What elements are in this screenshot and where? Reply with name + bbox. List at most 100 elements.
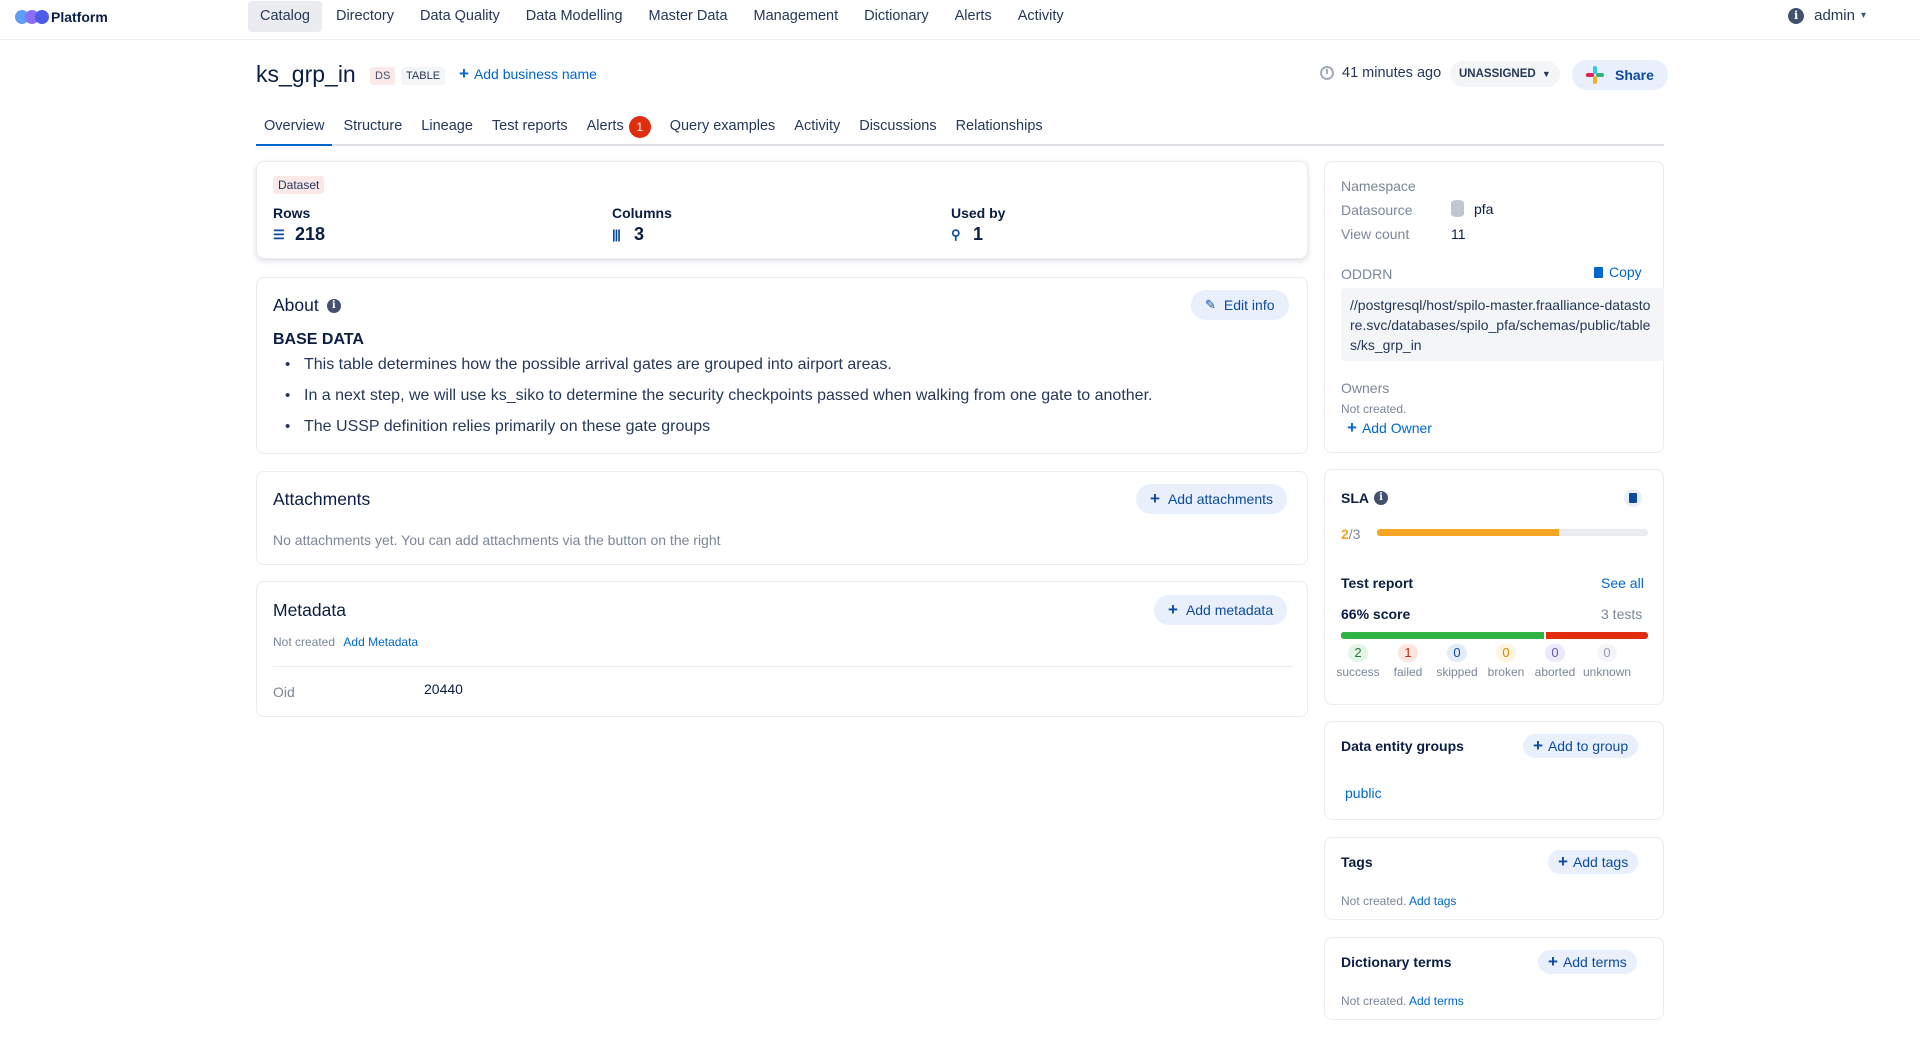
rows-icon: ☰: [273, 226, 285, 242]
add-tags-link[interactable]: Add tags: [1409, 894, 1456, 908]
metadata-card: Metadata + Add metadata Not created Add …: [256, 581, 1308, 717]
source-chip: DS: [370, 67, 396, 85]
list-item: The USSP definition relies primarily on …: [285, 418, 1152, 449]
test-score: 66% score: [1341, 606, 1411, 622]
metadata-value: 20440: [424, 681, 463, 697]
plus-icon: +: [459, 64, 469, 83]
result-failed: 1 failed: [1393, 644, 1423, 679]
list-item: In a next step, we will use ks_siko to d…: [285, 387, 1152, 418]
oddrn-value: //postgresql/host/spilo-master.fraallian…: [1341, 288, 1664, 361]
terms-empty: Not created.: [1341, 994, 1407, 1008]
columns-stat: Columns ||| 3: [612, 205, 672, 244]
tab-discussions[interactable]: Discussions: [851, 111, 944, 146]
plus-icon: +: [1548, 952, 1558, 971]
nav-data-modelling[interactable]: Data Modelling: [514, 1, 635, 32]
add-attachments-button[interactable]: + Add attachments: [1136, 484, 1287, 514]
nav-dictionary[interactable]: Dictionary: [852, 1, 940, 32]
tests-count: 3 tests: [1601, 606, 1643, 622]
add-metadata-link[interactable]: Add Metadata: [343, 635, 418, 649]
edit-info-button[interactable]: ✎ Edit info: [1191, 290, 1289, 320]
used-by-stat: Used by ⚲ 1: [951, 205, 1006, 244]
chevron-down-icon: ▼: [1541, 69, 1551, 79]
tab-overview[interactable]: Overview: [256, 111, 333, 146]
tab-test-reports[interactable]: Test reports: [484, 111, 576, 146]
owners-label: Owners: [1341, 380, 1390, 396]
datasource-label: Datasource: [1341, 202, 1413, 218]
tab-lineage[interactable]: Lineage: [413, 111, 481, 146]
entity-tabs: Overview Structure Lineage Test reports …: [256, 111, 1664, 146]
add-terms-link[interactable]: Add terms: [1409, 994, 1464, 1008]
see-all-link[interactable]: See all: [1601, 575, 1644, 591]
result-skipped: 0 skipped: [1436, 644, 1478, 679]
result-aborted: 0 aborted: [1534, 644, 1576, 679]
top-bar: Platform Catalog Directory Data Quality …: [0, 0, 1920, 40]
metadata-title: Metadata: [273, 600, 346, 620]
info-card: Namespace Datasource pfa View count 11 O…: [1324, 161, 1664, 453]
attachments-card: Attachments + Add attachments No attachm…: [256, 471, 1308, 565]
tags-empty: Not created.: [1341, 894, 1407, 908]
nav-directory[interactable]: Directory: [324, 1, 406, 32]
nav-data-quality[interactable]: Data Quality: [408, 1, 512, 32]
user-menu[interactable]: i admin ▾: [1788, 7, 1866, 24]
logo-icon: [15, 10, 49, 24]
tab-alerts[interactable]: Alerts 1: [579, 111, 659, 146]
datasource-value[interactable]: pfa: [1474, 201, 1493, 217]
info-icon: i: [1374, 491, 1388, 505]
group-link-public[interactable]: public: [1345, 785, 1382, 801]
tab-relationships[interactable]: Relationships: [948, 111, 1051, 146]
nav-master-data[interactable]: Master Data: [637, 1, 740, 32]
owners-empty: Not created.: [1341, 402, 1407, 416]
nav-management[interactable]: Management: [742, 1, 851, 32]
last-updated: 41 minutes ago: [1320, 65, 1441, 81]
share-button[interactable]: Share: [1572, 60, 1668, 90]
tab-activity[interactable]: Activity: [786, 111, 848, 146]
pencil-icon: ✎: [1205, 297, 1216, 312]
tags-title: Tags: [1341, 854, 1373, 870]
tab-structure[interactable]: Structure: [335, 111, 410, 146]
attachments-title: Attachments: [273, 489, 371, 509]
tab-query-examples[interactable]: Query examples: [662, 111, 784, 146]
slack-icon: [1586, 66, 1604, 84]
test-results-success-fill: [1341, 632, 1546, 639]
result-broken: 0 broken: [1487, 644, 1525, 679]
database-icon: [1451, 200, 1464, 217]
data-entity-groups-card: Data entity groups + Add to group public: [1324, 721, 1664, 820]
add-to-group-button[interactable]: + Add to group: [1523, 734, 1639, 758]
divider: [273, 666, 1292, 667]
rows-stat: Rows ☰ 218: [273, 205, 326, 244]
about-card: About i ✎ Edit info BASE DATA This table…: [256, 277, 1308, 454]
metadata-not-created: Not created: [273, 635, 336, 649]
sla-title: SLA: [1341, 490, 1369, 506]
app-logo[interactable]: Platform: [15, 7, 108, 27]
terms-title: Dictionary terms: [1341, 954, 1452, 970]
add-terms-button[interactable]: + Add terms: [1538, 950, 1637, 974]
nav-activity[interactable]: Activity: [1006, 1, 1076, 32]
status-dropdown[interactable]: UNASSIGNED ▼: [1450, 61, 1560, 87]
clock-icon: [1320, 66, 1334, 80]
type-chip: TABLE: [401, 67, 446, 85]
about-list: This table determines how the possible a…: [285, 356, 1152, 449]
user-icon: ⚲: [951, 226, 961, 242]
stats-card: Dataset Rows ☰ 218 Columns ||| 3 Used by ⚲…: [256, 161, 1308, 259]
username[interactable]: admin: [1814, 7, 1855, 24]
sla-progress: [1377, 529, 1648, 536]
about-title: About: [273, 295, 319, 315]
view-count-label: View count: [1341, 226, 1410, 242]
copy-icon: [1594, 266, 1603, 278]
add-business-name-button[interactable]: + Add business name: [459, 64, 597, 83]
entity-title: ks_grp_in: [256, 61, 356, 87]
add-owner-button[interactable]: + Add Owner: [1347, 419, 1432, 436]
add-metadata-button[interactable]: + Add metadata: [1154, 595, 1288, 625]
add-tags-button[interactable]: + Add tags: [1548, 850, 1639, 874]
app-name: Platform: [51, 9, 108, 25]
attachments-empty-text: No attachments yet. You can add attachme…: [273, 532, 721, 548]
copy-button[interactable]: Copy: [1594, 264, 1642, 280]
nav-catalog[interactable]: Catalog: [248, 1, 322, 32]
dataset-tag: Dataset: [273, 176, 325, 194]
nav-alerts[interactable]: Alerts: [943, 1, 1004, 32]
plus-icon: +: [1150, 489, 1160, 508]
namespace-label: Namespace: [1341, 178, 1416, 194]
copy-sla-icon[interactable]: [1624, 489, 1642, 507]
dictionary-terms-card: Dictionary terms + Add terms Not created…: [1324, 937, 1664, 1020]
info-icon[interactable]: i: [1788, 7, 1805, 24]
